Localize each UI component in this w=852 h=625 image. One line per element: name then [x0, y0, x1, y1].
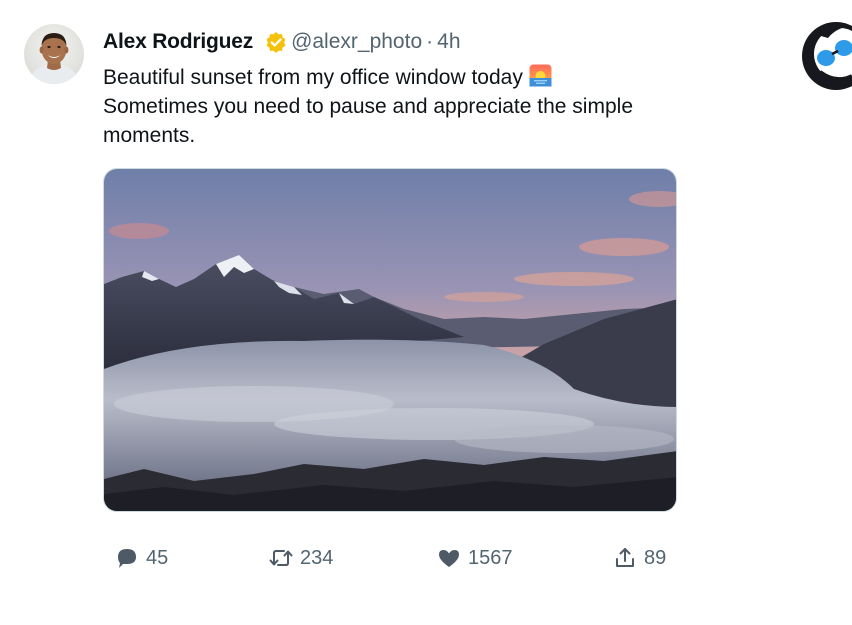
tweet-photo[interactable]	[103, 168, 677, 512]
avatar[interactable]	[24, 24, 84, 84]
tweet-timestamp[interactable]: 4h	[437, 27, 460, 57]
tweet-text-line-1-text: Beautiful sunset from my office window t…	[103, 66, 523, 89]
author-name[interactable]: Alex Rodriguez	[103, 27, 253, 57]
tweet-actions: 45 234 1567 89	[0, 540, 852, 576]
retweet-button[interactable]: 234	[268, 540, 333, 576]
like-count: 1567	[468, 546, 513, 569]
like-button[interactable]: 1567	[436, 540, 513, 576]
verified-badge-icon	[265, 31, 287, 53]
tweet-text-line-2: Sometimes you need to pause and apprecia…	[103, 95, 633, 118]
heart-icon	[436, 545, 462, 571]
reply-count: 45	[146, 546, 169, 569]
sunrise-emoji-icon	[529, 64, 552, 87]
share-button[interactable]: 89	[612, 540, 666, 576]
tweet-text-line-1: Beautiful sunset from my office window t…	[103, 63, 723, 92]
tweet-header: Alex Rodriguez @alexr_photo · 4h	[103, 27, 461, 57]
tweet-text-line-3: moments.	[103, 124, 196, 147]
speech-bubble-icon	[114, 545, 140, 571]
bird-mascot-logo	[800, 14, 852, 98]
retweet-arrows-icon	[268, 545, 294, 571]
author-handle[interactable]: @alexr_photo	[291, 27, 422, 57]
tweet-text: Beautiful sunset from my office window t…	[103, 63, 723, 150]
tweet: Alex Rodriguez @alexr_photo · 4h Beautif…	[0, 0, 852, 625]
share-count: 89	[644, 546, 667, 569]
retweet-count: 234	[300, 546, 334, 569]
reply-button[interactable]: 45	[114, 540, 168, 576]
share-upload-icon	[612, 545, 638, 571]
header-separator: ·	[426, 30, 434, 53]
